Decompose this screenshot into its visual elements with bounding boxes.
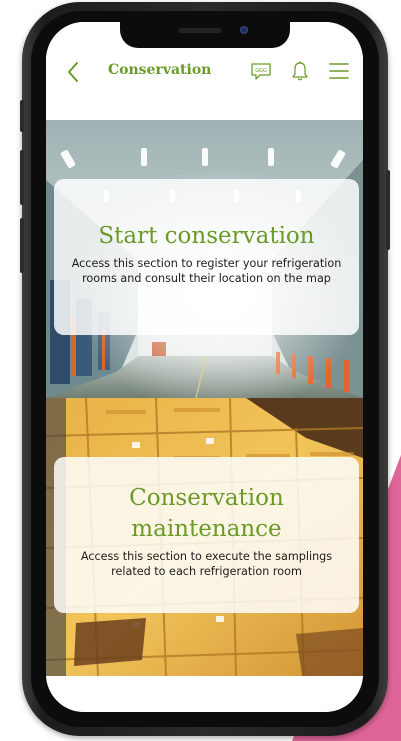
chat-icon-text: GGG <box>255 68 267 74</box>
speaker-grille <box>178 28 222 33</box>
conservation-maintenance-section[interactable]: Conservation maintenance Access this sec… <box>46 398 363 676</box>
back-button[interactable] <box>64 60 84 84</box>
page-title: Conservation <box>108 62 212 78</box>
conservation-maintenance-title: Conservation maintenance <box>129 485 284 542</box>
conservation-maintenance-card[interactable]: Conservation maintenance Access this sec… <box>54 457 359 613</box>
mute-switch <box>20 100 24 132</box>
start-conservation-title: Start conservation <box>98 223 315 249</box>
phone-notch <box>120 22 290 48</box>
conservation-maintenance-description: Access this section to execute the sampl… <box>80 550 333 578</box>
start-conservation-section[interactable]: Start conservation Access this section t… <box>46 120 363 398</box>
bottom-safe-area <box>46 676 363 712</box>
mockup-stage: Conservation GGG Start conservation Acce… <box>0 0 401 741</box>
main-content: Start conservation Access this section t… <box>46 120 363 676</box>
bell-icon[interactable] <box>290 60 310 82</box>
chat-bubble-icon[interactable]: GGG <box>250 60 272 82</box>
power-button <box>386 170 390 250</box>
start-conservation-description: Access this section to register your ref… <box>71 257 342 285</box>
phone-screen: Conservation GGG Start conservation Acce… <box>46 22 363 712</box>
front-camera <box>240 26 248 34</box>
start-conservation-card[interactable]: Start conservation Access this section t… <box>54 179 359 335</box>
volume-up-button <box>20 150 24 205</box>
hamburger-menu-icon[interactable] <box>328 60 350 82</box>
volume-down-button <box>20 218 24 273</box>
